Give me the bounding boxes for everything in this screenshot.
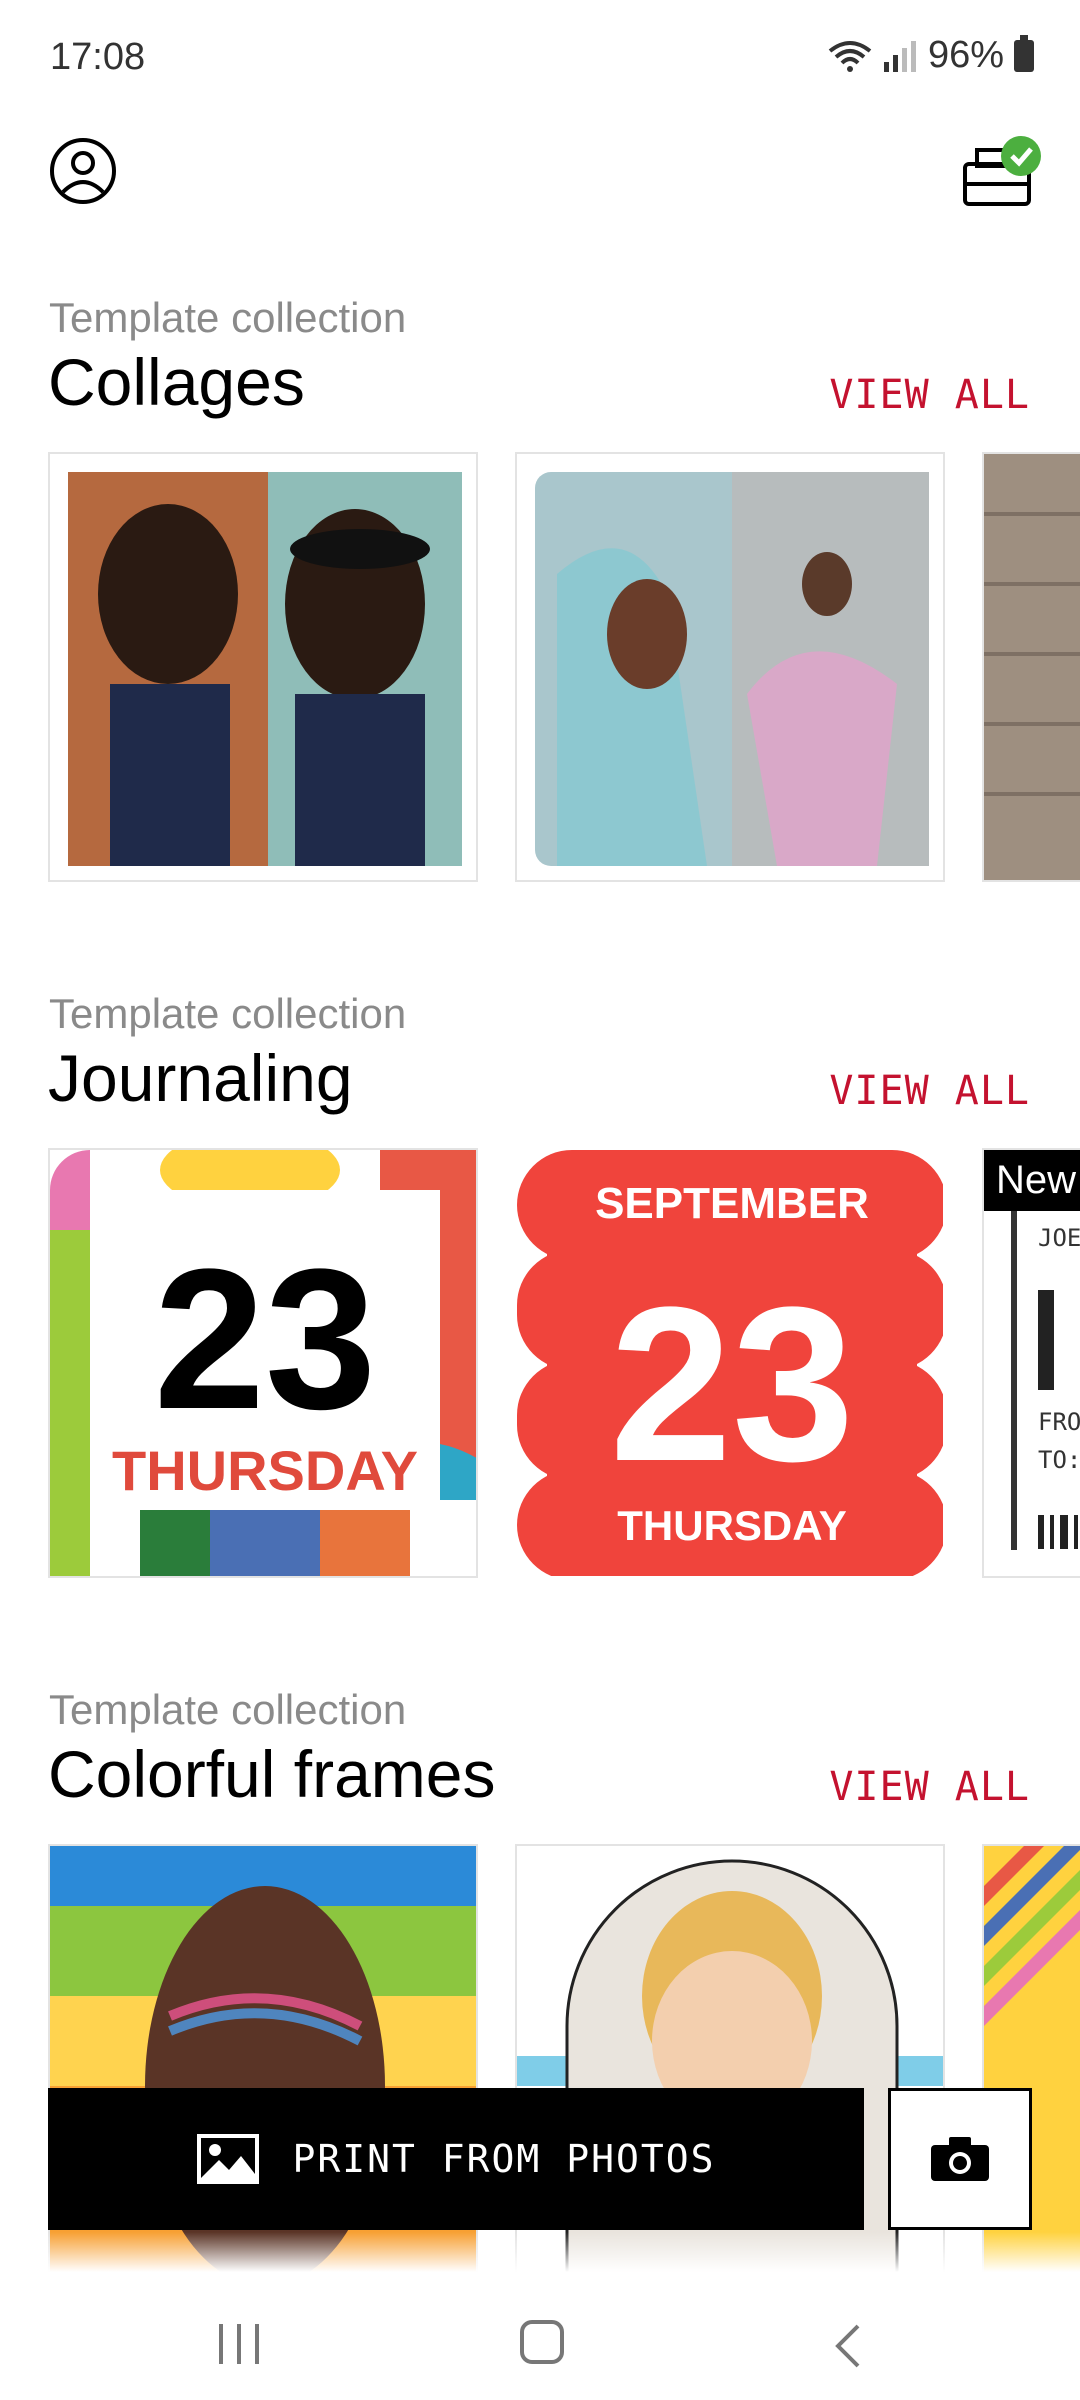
- signal-icon: [883, 40, 916, 72]
- section-kicker: Template collection: [49, 1686, 407, 1733]
- image-icon: [196, 2134, 259, 2184]
- calendar-day-number: 23: [154, 1228, 376, 1451]
- battery-icon: [1014, 34, 1034, 72]
- status-bar: 17:08 96%: [0, 0, 1080, 120]
- view-all-colorful-frames[interactable]: VIEW ALL: [829, 1764, 1030, 1810]
- battery-percent: 96%: [927, 34, 1004, 76]
- system-nav-bar: [0, 2272, 1080, 2400]
- ticket-line3: TO:: [1038, 1446, 1080, 1474]
- back-icon[interactable]: [830, 2322, 864, 2370]
- collages-carousel[interactable]: [48, 452, 1080, 884]
- section-title: Collages: [48, 345, 305, 419]
- section-kicker: Template collection: [49, 294, 407, 341]
- print-from-photos-label: PRINT FROM PHOTOS: [292, 2137, 716, 2181]
- home-icon[interactable]: [520, 2320, 564, 2364]
- section-title: Colorful frames: [48, 1737, 496, 1811]
- printer-status-button[interactable]: [955, 128, 1055, 218]
- collage-card[interactable]: [48, 452, 478, 882]
- recent-apps-icon[interactable]: [215, 2322, 265, 2366]
- collage-card[interactable]: [982, 452, 1080, 882]
- calendar-template-red: SEPTEMBER 23 THURSDAY: [517, 1150, 943, 1576]
- collage-photo: [535, 472, 929, 866]
- new-badge: New: [984, 1150, 1080, 1211]
- view-all-collages[interactable]: VIEW ALL: [829, 372, 1030, 418]
- account-icon: [50, 138, 116, 204]
- status-time: 17:08: [50, 36, 146, 78]
- journaling-card[interactable]: 23 THURSDAY: [48, 1148, 478, 1578]
- ticket-line1: JOE: [1038, 1224, 1080, 1252]
- journaling-carousel[interactable]: 23 THURSDAY SEPTEMBER 23 THURSDAY JOE FR…: [48, 1148, 1080, 1580]
- account-button[interactable]: [48, 136, 118, 206]
- calendar-weekday: THURSDAY: [617, 1502, 846, 1549]
- ticket-template: JOE FROM TO:: [984, 1150, 1080, 1576]
- collage-photo: [68, 472, 462, 866]
- top-bar: [0, 120, 1080, 230]
- calendar-day-number: 23: [610, 1261, 855, 1507]
- wifi-icon: [828, 40, 872, 72]
- journaling-card[interactable]: SEPTEMBER 23 THURSDAY: [515, 1148, 945, 1578]
- printer-connected-icon: [963, 136, 1041, 206]
- ticket-line2: FROM: [1038, 1408, 1080, 1436]
- print-from-photos-button[interactable]: PRINT FROM PHOTOS: [48, 2088, 864, 2230]
- calendar-template-colorful: 23 THURSDAY: [50, 1150, 476, 1576]
- camera-button[interactable]: [888, 2088, 1032, 2230]
- section-kicker: Template collection: [49, 990, 407, 1037]
- status-indicators: 96%: [828, 34, 1034, 77]
- bottom-fade: [0, 2232, 1080, 2272]
- section-title: Journaling: [48, 1041, 353, 1115]
- view-all-journaling[interactable]: VIEW ALL: [829, 1068, 1030, 1114]
- journaling-card[interactable]: JOE FROM TO: New: [982, 1148, 1080, 1578]
- calendar-month: SEPTEMBER: [595, 1179, 869, 1228]
- collage-card[interactable]: [515, 452, 945, 882]
- calendar-weekday: THURSDAY: [112, 1439, 418, 1502]
- collage-photo: [984, 454, 1080, 880]
- camera-icon: [931, 2137, 989, 2181]
